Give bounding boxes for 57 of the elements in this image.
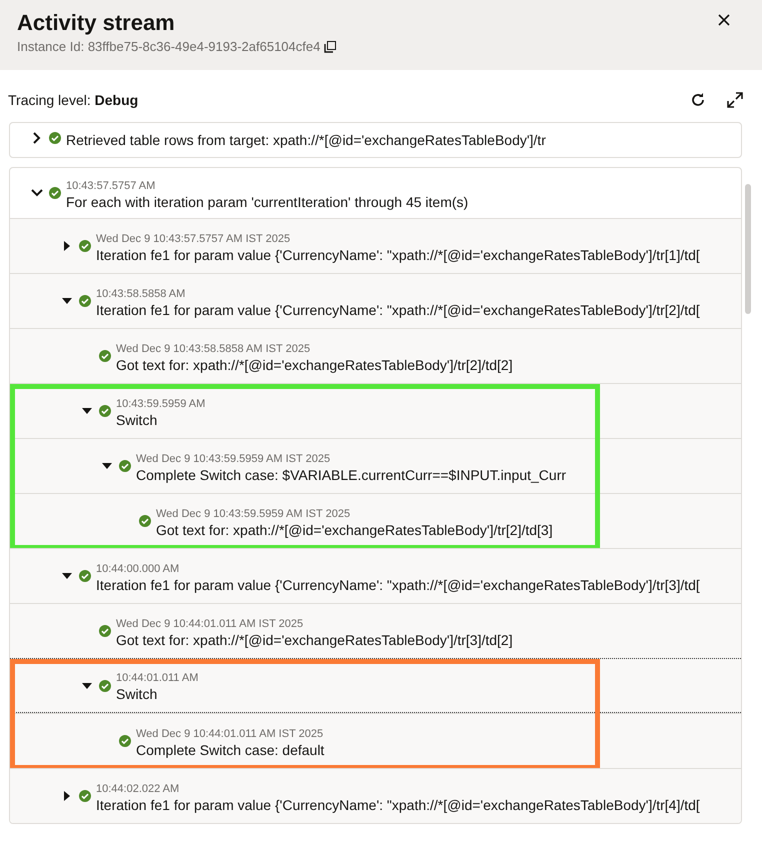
timestamp: 10:43:58.5858 AM <box>96 286 186 300</box>
refresh-icon <box>690 92 706 108</box>
activity-message: Complete Switch case: default <box>136 740 324 760</box>
activity-message: Iteration fe1 for param value {'CurrencyName': "xpath://*[@id='exchangeRatesTableBody']/tr[2]/td[ <box>96 300 700 320</box>
activity-message: Switch <box>116 410 158 430</box>
close-button[interactable] <box>716 12 732 28</box>
instance-id: Instance Id: 83ffbe75-8c36-49e4-9193-2af65104cfe4 <box>17 38 320 56</box>
timestamp: Wed Dec 9 10:44:01.011 AM IST 2025 <box>136 726 324 740</box>
success-icon <box>119 460 131 472</box>
caret-down-icon <box>102 463 112 469</box>
activity-message: Retrieved table rows from target: xpath://*[@id='exchangeRatesTableBody']/tr <box>66 130 546 150</box>
success-icon <box>79 295 91 307</box>
success-icon <box>79 570 91 582</box>
focused-row[interactable]: 10:44:01.011 AM Switch <box>10 658 741 713</box>
expand-button[interactable] <box>724 89 746 111</box>
success-icon <box>79 790 91 802</box>
caret-down-icon <box>82 408 92 414</box>
activity-message: Got text for: xpath://*[@id='exchangeRatesTableBody']/tr[2]/td[2] <box>116 356 513 374</box>
scrollbar-thumb[interactable] <box>745 184 751 314</box>
caret-down-icon <box>62 298 72 304</box>
caret-down-icon <box>82 682 92 688</box>
success-icon <box>49 132 61 144</box>
success-icon <box>119 735 131 747</box>
success-icon <box>139 515 151 527</box>
tracing-level: Tracing level: Debug <box>8 90 138 110</box>
dialog-title: Activity stream <box>17 9 175 37</box>
copy-icon[interactable] <box>324 40 336 53</box>
activity-message: Iteration fe1 for param value {'CurrencyName': "xpath://*[@id='exchangeRatesTableBody']/tr[1]/td[ <box>96 246 700 264</box>
expand-icon <box>726 91 744 109</box>
activity-message: Got text for: xpath://*[@id='exchangeRatesTableBody']/tr[3]/td[2] <box>116 630 513 650</box>
timestamp: 10:43:59.5959 AM <box>116 396 206 410</box>
success-icon <box>99 680 111 692</box>
activity-message: Complete Switch case: $VARIABLE.currentCurr==$INPUT.input_Curr <box>136 466 566 484</box>
timestamp: Wed Dec 9 10:44:01.011 AM IST 2025 <box>116 616 304 630</box>
timestamp: 10:44:01.011 AM <box>116 671 198 685</box>
activity-message: Switch <box>116 685 158 704</box>
timestamp: Wed Dec 9 10:43:59.5959 AM IST 2025 <box>136 452 332 466</box>
timestamp: 10:44:02.022 AM <box>96 782 180 796</box>
timestamp: 10:43:57.5757 AM <box>66 178 156 192</box>
caret-down-icon <box>62 573 72 579</box>
activity-message: Iteration fe1 for param value {'CurrencyName': "xpath://*[@id='exchangeRatesTableBody']/tr[3]/td[ <box>96 576 700 594</box>
activity-message: Got text for: xpath://*[@id='exchangeRatesTableBody']/tr[2]/td[3] <box>156 520 553 540</box>
timestamp: 10:44:00.000 AM <box>96 562 180 576</box>
success-icon <box>99 625 111 637</box>
activity-message: For each with iteration param 'currentIteration' through 45 item(s) <box>66 192 468 212</box>
success-icon <box>99 350 111 362</box>
caret-right-icon <box>33 132 41 144</box>
timestamp: Wed Dec 9 10:43:57.5757 AM IST 2025 <box>96 232 292 246</box>
caret-right-icon <box>64 241 70 251</box>
success-icon <box>99 405 111 417</box>
caret-down-icon <box>31 189 43 197</box>
success-icon <box>79 240 91 252</box>
caret-right-icon <box>64 791 70 801</box>
timestamp: Wed Dec 9 10:43:59.5959 AM IST 2025 <box>156 506 352 520</box>
success-icon <box>49 187 61 199</box>
timestamp: Wed Dec 9 10:43:58.5858 AM IST 2025 <box>116 342 312 356</box>
activity-message: Iteration fe1 for param value {'CurrencyName': "xpath://*[@id='exchangeRatesTableBody']/tr[4]/td[ <box>96 796 700 814</box>
